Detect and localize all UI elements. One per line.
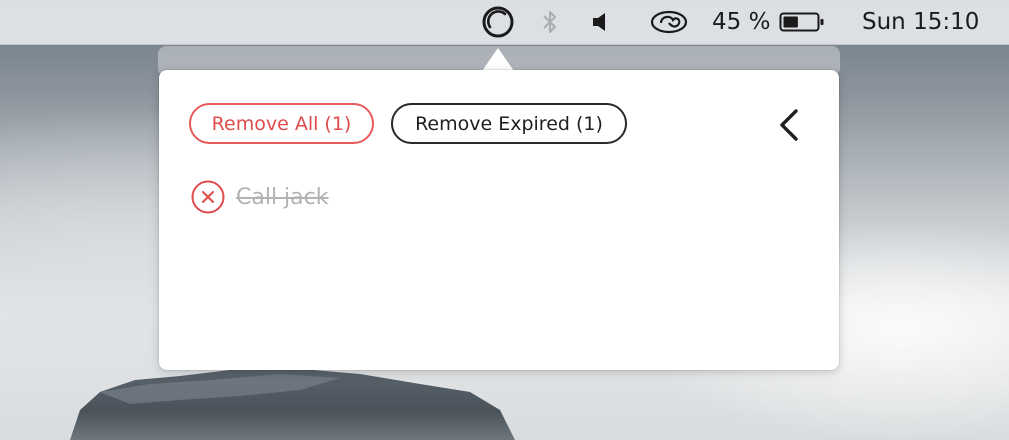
remove-circle-icon[interactable]	[191, 180, 225, 214]
battery-percent: 45 %	[712, 9, 771, 35]
remove-expired-label: Remove Expired (1)	[415, 112, 603, 135]
task-item: Call jack	[191, 180, 329, 214]
chevron-left-icon[interactable]	[771, 106, 807, 144]
remove-all-button[interactable]: Remove All (1)	[189, 103, 374, 144]
creative-cloud-icon[interactable]	[648, 0, 690, 44]
volume-icon[interactable]	[586, 0, 614, 44]
menu-bar: 45 % Sun 15:10	[0, 0, 1009, 45]
bluetooth-icon[interactable]	[536, 0, 564, 44]
tasks-popover: Remove All (1) Remove Expired (1) Call j…	[159, 70, 839, 370]
remove-expired-button[interactable]: Remove Expired (1)	[391, 103, 627, 144]
battery-icon[interactable]	[778, 0, 826, 44]
menu-bar-clock[interactable]: Sun 15:10	[862, 0, 992, 44]
remove-all-label: Remove All (1)	[211, 112, 352, 135]
popover-arrow	[482, 48, 514, 71]
task-label: Call jack	[236, 184, 329, 210]
app-ring-icon[interactable]	[479, 0, 517, 44]
